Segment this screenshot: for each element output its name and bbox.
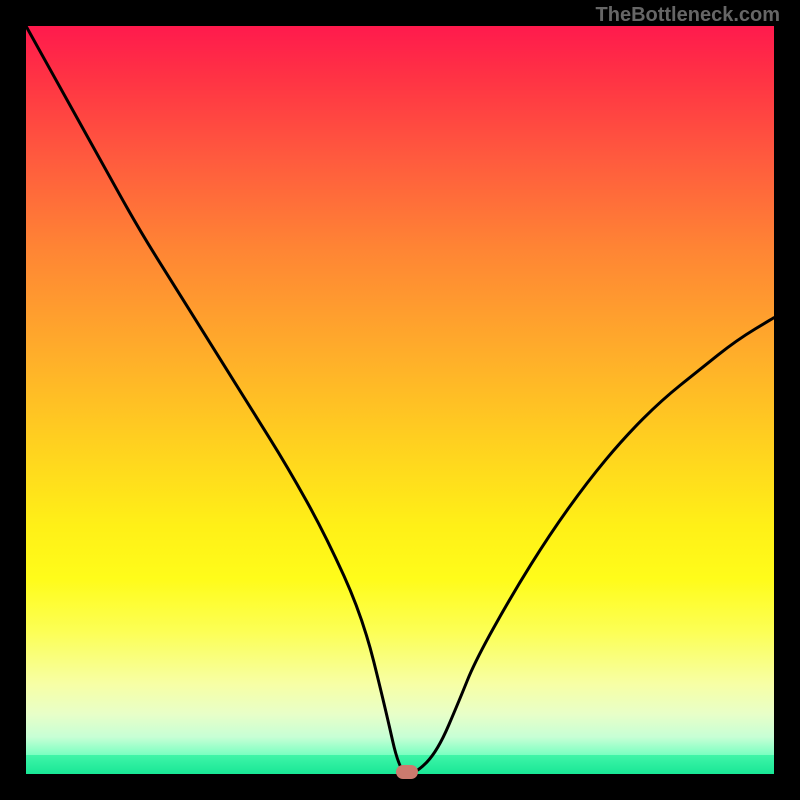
plot-frame	[26, 26, 774, 774]
bottleneck-curve	[26, 26, 774, 774]
plot-area	[26, 26, 774, 774]
optimal-marker-icon	[396, 765, 418, 779]
watermark-text: TheBottleneck.com	[596, 4, 780, 27]
